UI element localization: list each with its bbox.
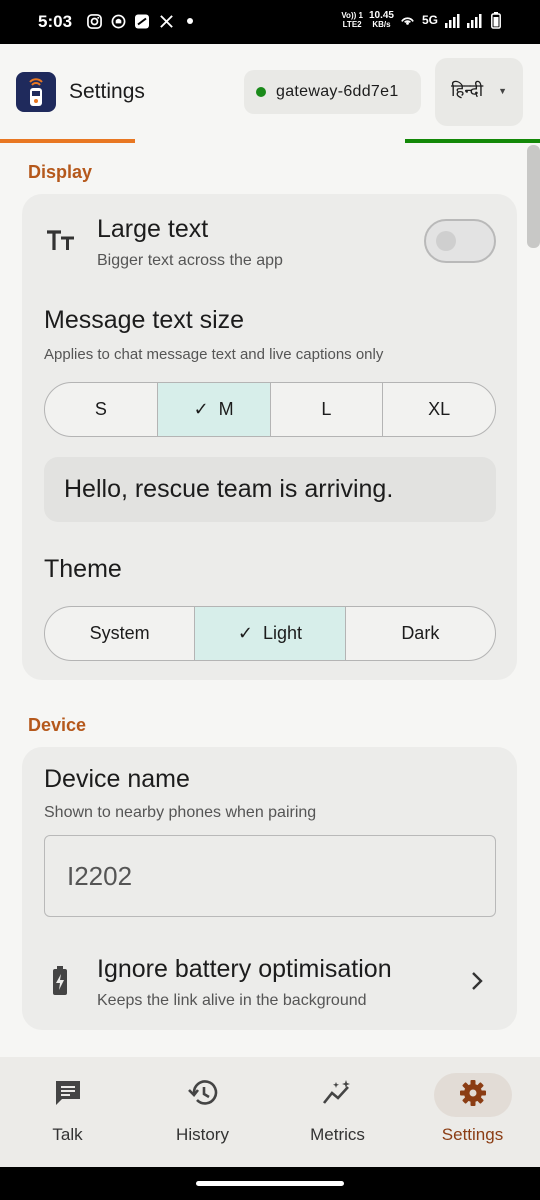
nav-pill (433, 1073, 512, 1117)
theme-segmented: System ✓ Light Dark (44, 606, 496, 661)
message-text-size-subtitle: Applies to chat message text and live ca… (44, 346, 384, 363)
theme-option-light[interactable]: ✓ Light (195, 607, 346, 660)
nav-item-history[interactable]: History (135, 1057, 270, 1167)
message-text-size-title: Message text size (44, 306, 245, 334)
text-size-option-xl[interactable]: XL (383, 383, 495, 436)
gear-icon (459, 1079, 487, 1112)
language-dropdown[interactable]: हिन्दी ▼ (435, 58, 523, 126)
home-gesture-handle[interactable] (196, 1181, 344, 1186)
nav-item-metrics[interactable]: Metrics (270, 1057, 405, 1167)
battery-subtitle: Keeps the link alive in the background (97, 992, 367, 1009)
chat-icon (53, 1078, 83, 1113)
bottom-nav: Talk History Metrics Settings (0, 1057, 540, 1167)
battery-title: Ignore battery optimisation (97, 955, 392, 983)
large-text-subtitle: Bigger text across the app (97, 252, 283, 269)
gateway-chip[interactable]: gateway-6dd7e1 (244, 70, 421, 114)
text-size-option-s[interactable]: S (45, 383, 158, 436)
device-name-title: Device name (44, 765, 190, 793)
status-time: 5:03 (38, 12, 73, 31)
flag-strip-green (405, 139, 540, 143)
chevron-right-icon (470, 970, 484, 999)
nav-label: History (176, 1125, 229, 1144)
theme-title: Theme (44, 555, 122, 583)
check-icon: ✓ (237, 623, 254, 643)
language-label: हिन्दी (451, 81, 484, 100)
history-icon (187, 1078, 219, 1113)
gesture-bar (0, 1167, 540, 1200)
device-name-subtitle: Shown to nearby phones when pairing (44, 804, 317, 821)
app-header: Settings gateway-6dd7e1 हिन्दी ▼ (0, 44, 540, 143)
nav-item-settings[interactable]: Settings (405, 1057, 540, 1167)
notification-icons (86, 13, 198, 29)
large-text-toggle[interactable] (424, 219, 496, 263)
nav-pill (299, 1073, 377, 1117)
nav-label: Settings (441, 1125, 504, 1144)
theme-option-dark[interactable]: Dark (346, 607, 495, 660)
large-text-title: Large text (97, 215, 209, 243)
flag-strip-white-2 (270, 139, 405, 143)
battery-icon (488, 11, 504, 29)
text-size-option-m[interactable]: ✓ M (157, 383, 271, 436)
flag-strip (0, 139, 540, 143)
nav-item-talk[interactable]: Talk (0, 1057, 135, 1167)
dot-icon (182, 13, 198, 29)
message-preview: Hello, rescue team is arriving. (44, 457, 496, 522)
flag-strip-saffron (0, 139, 135, 143)
text-size-icon (46, 229, 76, 258)
status-bar: 5:03 Vo)) 1 LTE2 10.45 KB/s 5G (0, 0, 540, 44)
wifi-hotspot-icon (400, 12, 416, 28)
gateway-label: gateway-6dd7e1 (276, 83, 399, 100)
section-label-device: Device (28, 715, 87, 735)
signal-icon (444, 12, 460, 28)
theme-option-system[interactable]: System (45, 607, 196, 660)
instagram-icon (86, 13, 102, 29)
section-label-display: Display (28, 162, 93, 182)
signal-icon-2 (466, 12, 482, 28)
toggle-knob (436, 231, 456, 251)
network-type: 5G (421, 13, 438, 27)
check-icon: ✓ (193, 399, 209, 419)
snapchat-icon (110, 13, 126, 29)
dropdown-caret-icon: ▼ (498, 86, 507, 96)
system-indicators: Vo)) 1 LTE2 10.45 KB/s 5G (341, 11, 504, 29)
gateway-status-dot (256, 87, 266, 97)
scrollbar[interactable] (527, 145, 540, 248)
device-name-input[interactable]: I2202 (44, 835, 496, 917)
volte-indicator: Vo)) 1 LTE2 (341, 11, 363, 29)
nav-label: Metrics (310, 1125, 365, 1144)
text-size-segmented: S ✓ M L XL (44, 382, 496, 437)
nav-label: Talk (52, 1125, 83, 1144)
flag-strip-white (135, 139, 270, 143)
battery-charging-icon (52, 966, 68, 1001)
app-logo (16, 72, 56, 112)
text-size-option-l[interactable]: L (271, 383, 384, 436)
news-icon (134, 13, 150, 29)
metrics-icon (322, 1079, 354, 1112)
nav-pill (164, 1073, 242, 1117)
network-speed: 10.45 KB/s (368, 10, 394, 30)
x-icon (158, 13, 174, 29)
nav-pill (29, 1073, 107, 1117)
page-title: Settings (69, 80, 145, 103)
